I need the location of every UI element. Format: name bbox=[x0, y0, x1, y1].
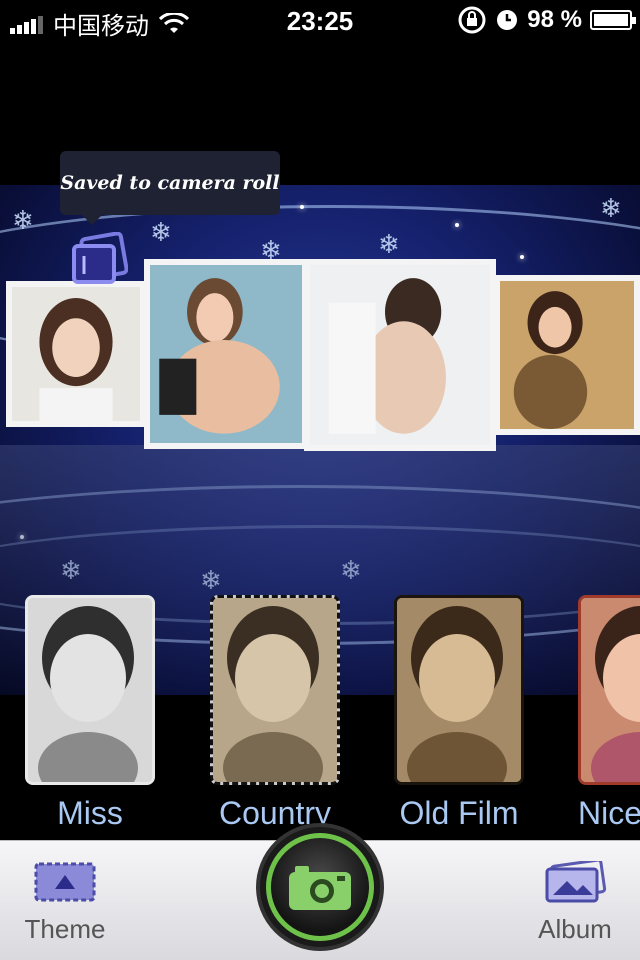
tab-album[interactable]: Album bbox=[515, 858, 635, 945]
sparkle bbox=[300, 205, 304, 209]
camera-capture-button[interactable] bbox=[256, 823, 384, 951]
rotation-lock-icon bbox=[458, 6, 486, 34]
filter-label: Miss bbox=[57, 795, 123, 831]
snowflake-icon: ❄ bbox=[600, 193, 622, 223]
battery-percent: 98 % bbox=[527, 6, 582, 33]
theme-icon bbox=[34, 862, 96, 902]
toast-message: Saved to camera roll bbox=[60, 172, 280, 194]
filter-item[interactable]: Miss bbox=[25, 595, 155, 832]
tab-album-label: Album bbox=[538, 914, 612, 944]
slideshow-photo bbox=[494, 275, 640, 435]
tab-theme-label: Theme bbox=[24, 914, 106, 944]
sparkle bbox=[455, 223, 459, 227]
filter-item[interactable]: Nice bbox=[578, 595, 640, 832]
save-to-roll-icon[interactable] bbox=[70, 232, 128, 286]
sparkle bbox=[520, 255, 524, 259]
slideshow-photo bbox=[144, 259, 308, 449]
alarm-icon bbox=[497, 10, 518, 30]
snowflake-icon: ❄ bbox=[378, 229, 400, 259]
slideshow-photo bbox=[304, 259, 496, 451]
filter-thumbnail[interactable] bbox=[394, 595, 524, 785]
filter-thumbnail[interactable] bbox=[25, 595, 155, 785]
filter-item[interactable]: Country bbox=[210, 595, 340, 832]
snowflake-icon: ❄ bbox=[12, 205, 34, 235]
filter-thumbnail[interactable] bbox=[578, 595, 640, 785]
filter-label: Old Film bbox=[399, 795, 519, 831]
status-bar: 中国移动 23:25 98 % bbox=[0, 0, 640, 40]
slideshow-photo bbox=[6, 281, 146, 427]
filter-item[interactable]: Old Film bbox=[394, 595, 524, 832]
saved-toast: Saved to camera roll bbox=[60, 151, 280, 225]
snowflake-icon: ❄ bbox=[150, 217, 172, 247]
filter-label: Nice bbox=[578, 795, 640, 831]
filter-thumbnail[interactable] bbox=[210, 595, 340, 785]
tab-theme[interactable]: Theme bbox=[5, 861, 125, 945]
album-icon bbox=[545, 858, 607, 903]
camera-icon bbox=[289, 866, 351, 910]
battery-icon bbox=[590, 10, 636, 30]
